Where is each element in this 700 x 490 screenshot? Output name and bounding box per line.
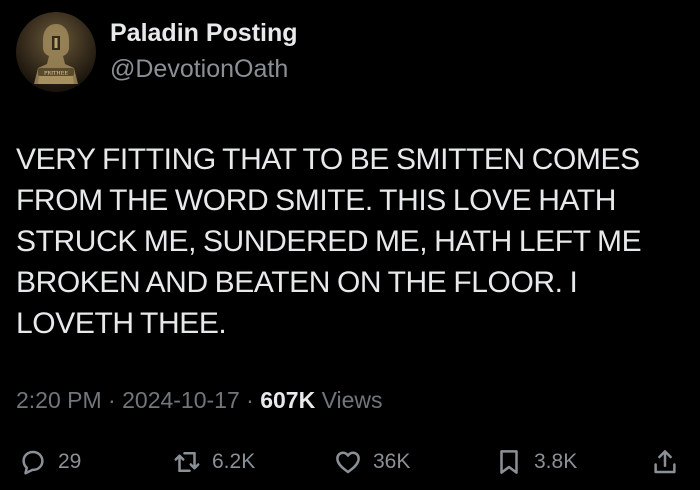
- display-name[interactable]: Paladin Posting: [110, 19, 298, 48]
- retweet-count: 6.2K: [212, 450, 256, 473]
- paladin-avatar-icon: PRITHEE: [34, 24, 78, 84]
- tweet-card: PRITHEE Paladin Posting @DevotionOath VE…: [0, 0, 700, 490]
- tweet-meta: 2:20 PM · 2024-10-17 · 607K Views: [16, 387, 383, 414]
- user-handle[interactable]: @DevotionOath: [110, 55, 288, 84]
- meta-separator: ·: [108, 387, 116, 413]
- bookmark-count: 3.8K: [534, 450, 578, 473]
- heart-icon: [336, 451, 360, 474]
- reply-icon: [22, 450, 44, 475]
- bookmark-icon: [500, 450, 518, 474]
- meta-separator: ·: [246, 387, 254, 413]
- tweet-text: VERY FITTING THAT TO BE SMITTEN COMES FR…: [16, 143, 642, 340]
- reply-button[interactable]: 29: [18, 440, 81, 484]
- tweet-time[interactable]: 2:20 PM: [16, 387, 102, 413]
- views-label: Views: [321, 387, 383, 413]
- retweet-icon: [174, 452, 200, 472]
- share-button[interactable]: [650, 440, 680, 484]
- bookmark-button[interactable]: 3.8K: [494, 440, 577, 484]
- views-count: 607K: [260, 387, 316, 413]
- reply-count: 29: [58, 450, 82, 473]
- tweet-date[interactable]: 2024-10-17: [122, 387, 240, 413]
- like-count: 36K: [373, 450, 411, 473]
- share-icon: [654, 450, 676, 474]
- retweet-button[interactable]: 6.2K: [172, 440, 255, 484]
- avatar-banner-text: PRITHEE: [44, 71, 68, 77]
- like-button[interactable]: 36K: [333, 440, 410, 484]
- action-bar: 29 6.2K 36K 3.8K: [0, 440, 700, 484]
- avatar[interactable]: PRITHEE: [16, 12, 96, 92]
